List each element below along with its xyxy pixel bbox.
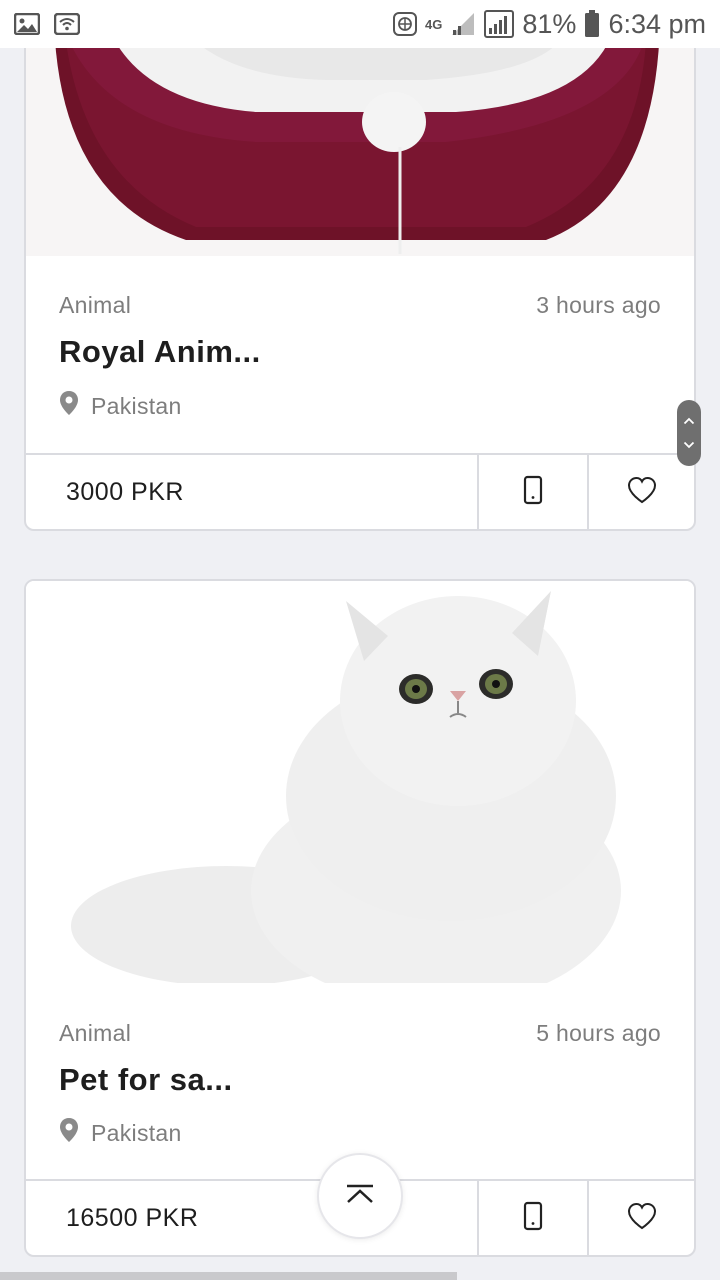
chevron-up-icon xyxy=(683,412,695,430)
wifi-icon xyxy=(54,13,80,35)
listing-location: Pakistan xyxy=(59,390,182,422)
clock: 6:34 pm xyxy=(608,8,706,39)
chevron-up-icon xyxy=(344,1183,376,1210)
battery-icon xyxy=(584,10,600,38)
location-pin-icon xyxy=(59,390,79,422)
listing-image-persian-cat[interactable] xyxy=(26,581,694,983)
listing-posted-time: 3 hours ago xyxy=(536,292,661,318)
call-button[interactable] xyxy=(477,1181,587,1255)
heart-icon xyxy=(627,476,657,509)
gallery-icon xyxy=(14,13,40,35)
network-type-label: 4G xyxy=(425,16,443,32)
listing-category: Animal xyxy=(59,292,132,318)
listing-actions: 3000 PKR xyxy=(26,453,694,529)
listing-meta: Animal 5 hours ago xyxy=(59,1020,661,1047)
scroll-to-top-button[interactable] xyxy=(317,1153,403,1239)
heart-icon xyxy=(627,1202,657,1235)
listing-posted-time: 5 hours ago xyxy=(536,1020,661,1046)
network-type: 4G xyxy=(425,16,443,32)
fast-scroll-handle[interactable] xyxy=(677,400,701,466)
phone-icon xyxy=(523,1201,543,1236)
chevron-down-icon xyxy=(683,436,695,454)
call-button[interactable] xyxy=(477,455,587,529)
listing-category: Animal xyxy=(59,1020,132,1046)
favorite-button[interactable] xyxy=(587,455,694,529)
listing-location-label: Pakistan xyxy=(91,392,182,419)
listing-location-label: Pakistan xyxy=(91,1119,182,1146)
listing-price: 3000 PKR xyxy=(66,477,184,506)
listing-title[interactable]: Royal Anim... xyxy=(59,334,261,370)
location-pin-icon xyxy=(59,1117,79,1149)
listing-title[interactable]: Pet for sa... xyxy=(59,1062,233,1098)
status-bar: 4G 81% 6:34 pm xyxy=(0,0,720,48)
signal-icon xyxy=(484,10,515,38)
listing-card[interactable]: Animal 3 hours ago Royal Anim... Pakista… xyxy=(24,0,696,531)
horizontal-scroll-indicator xyxy=(0,1272,457,1280)
favorite-button[interactable] xyxy=(587,1181,694,1255)
battery-percent: 81% xyxy=(522,8,577,39)
signal-weak-icon xyxy=(450,11,476,37)
vpn-globe-icon xyxy=(393,12,418,36)
listing-meta: Animal 3 hours ago xyxy=(59,292,661,319)
phone-icon xyxy=(523,475,543,510)
listing-location: Pakistan xyxy=(59,1117,182,1149)
listing-price: 16500 PKR xyxy=(66,1203,199,1232)
